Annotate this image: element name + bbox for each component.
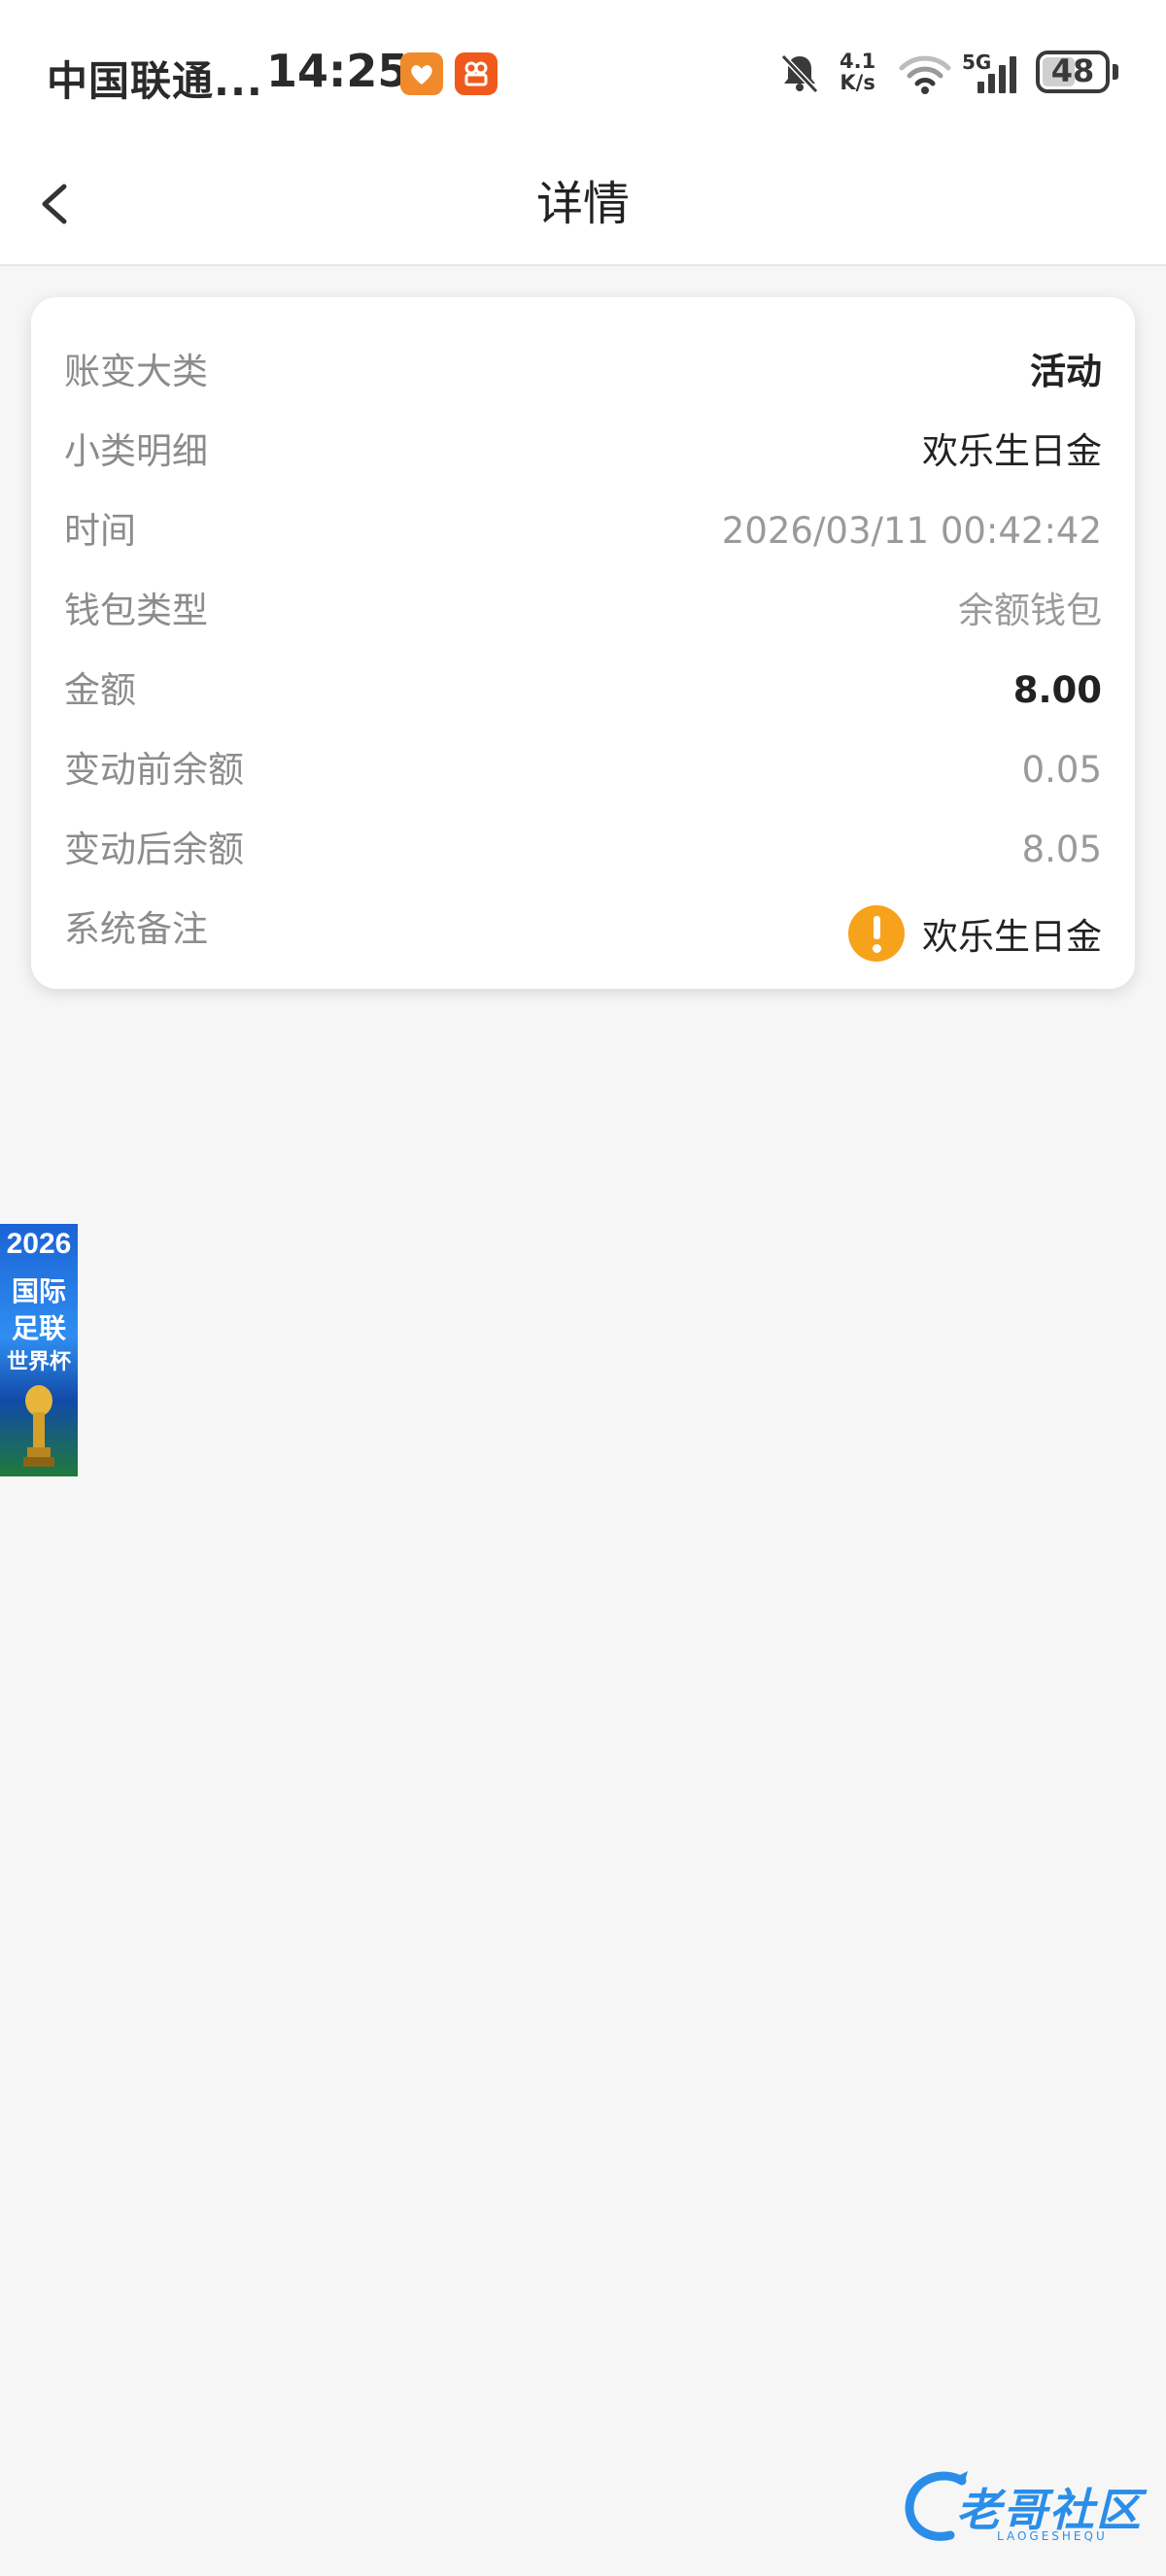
battery-icon: 48 (1036, 51, 1110, 93)
detail-row-balance-before: 变动前余额 0.05 (64, 730, 1102, 810)
signal-icon (977, 56, 1016, 93)
detail-row-balance-after: 变动后余额 8.05 (64, 810, 1102, 890)
subcategory-value: 欢乐生日金 (922, 430, 1102, 472)
net-speed-value: 4.1 (840, 50, 876, 73)
time-label: 时间 (64, 510, 136, 552)
balance-before-value: 0.05 (1021, 749, 1102, 791)
mute-bell-icon (780, 53, 819, 94)
wallet-type-value: 余额钱包 (958, 590, 1102, 631)
balance-after-label: 变动后余额 (64, 829, 244, 870)
ad-line-1: 国际 (11, 1275, 66, 1307)
world-cup-float-ad[interactable]: 2026 国际 足联 世界杯 (0, 1224, 78, 1476)
system-remark-text: 欢乐生日金 (922, 916, 1102, 958)
detail-row-category: 账变大类 活动 (64, 332, 1102, 412)
net-speed-unit: K/s (840, 71, 875, 94)
video-app-icon (455, 52, 497, 95)
page-title: 详情 (535, 177, 630, 231)
subcategory-label: 小类明细 (64, 430, 208, 472)
amount-value: 8.00 (1012, 669, 1102, 711)
trophy-icon (23, 1385, 54, 1467)
detail-row-time: 时间 2026/03/11 00:42:42 (64, 491, 1102, 571)
status-time: 14:25 (266, 45, 409, 97)
battery-level: 48 (1050, 52, 1095, 89)
ad-line-2: 足联 (11, 1312, 66, 1344)
category-value: 活动 (1030, 351, 1102, 392)
balance-after-value: 8.05 (1021, 829, 1102, 870)
category-label: 账变大类 (64, 351, 208, 392)
detail-row-subcategory: 小类明细 欢乐生日金 (64, 412, 1102, 491)
detail-row-amount: 金额 8.00 (64, 651, 1102, 730)
time-value: 2026/03/11 00:42:42 (721, 510, 1102, 552)
net-speed: 4.1 K/s (840, 51, 875, 93)
detail-row-wallet-type: 钱包类型 余额钱包 (64, 571, 1102, 651)
wifi-icon (899, 55, 951, 94)
status-bar: 中国联通... 14:25 4.1 K/s 5G 48 (0, 0, 1166, 146)
watermark-subtext: LAOGESHEQU (997, 2529, 1108, 2543)
balance-before-label: 变动前余额 (64, 749, 244, 791)
ad-line-3: 世界杯 (6, 1350, 71, 1374)
amount-label: 金额 (64, 669, 136, 711)
warning-icon[interactable] (848, 905, 905, 962)
system-remark-label: 系统备注 (64, 908, 208, 950)
watermark-logo: 老哥社区 LAOGESHEQU (904, 2467, 1147, 2545)
detail-row-system-remark: 系统备注 欢乐生日金 (64, 890, 1102, 969)
ad-year: 2026 (6, 1228, 72, 1260)
carrier-name: 中国联通... (47, 57, 263, 105)
nav-bar: 详情 (0, 146, 1166, 266)
detail-card: 账变大类 活动 小类明细 欢乐生日金 时间 2026/03/11 00:42:4… (31, 297, 1135, 989)
wallet-type-label: 钱包类型 (64, 590, 208, 631)
health-app-icon (400, 52, 443, 95)
system-remark-value[interactable]: 欢乐生日金 (848, 890, 1102, 969)
battery-tip (1113, 64, 1118, 80)
